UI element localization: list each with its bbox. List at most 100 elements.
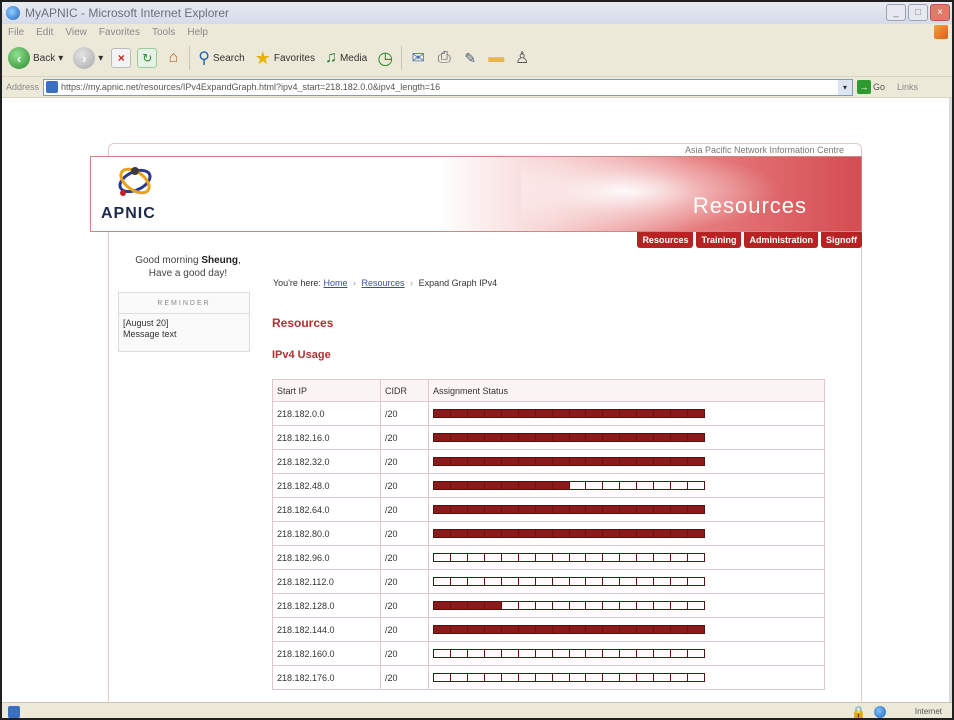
free-block [637,578,655,585]
menu-help[interactable]: Help [187,27,208,38]
assignment-status-bar[interactable] [433,625,705,634]
free-block [654,482,672,489]
go-button[interactable]: → Go [857,80,885,94]
breadcrumb-resources-link[interactable]: Resources [362,278,405,288]
mail-icon[interactable]: ✉ [408,48,428,68]
home-icon[interactable]: ⌂ [163,48,183,68]
internet-explorer-icon [6,6,20,20]
menu-tools[interactable]: Tools [152,27,175,38]
assigned-block [620,530,638,537]
free-block [671,482,689,489]
history-icon[interactable]: ◷ [375,48,395,68]
media-button[interactable]: ♫ Media [323,44,369,72]
nav-tab-administration[interactable]: Administration [744,232,818,248]
favorites-label: Favorites [273,52,315,64]
maximize-button[interactable]: □ [908,4,928,21]
favorites-button[interactable]: ★ Favorites [253,44,317,72]
minimize-button[interactable]: _ [886,4,906,21]
table-row: 218.182.32.0/20 [272,449,825,474]
assigned-block [467,626,485,633]
assigned-block [637,434,655,441]
breadcrumb: You're here: Home › Resources › Expand G… [273,278,497,288]
assigned-block [518,434,536,441]
assigned-block [569,530,587,537]
table-row: 218.182.144.0/20 [272,617,825,642]
menu-favorites[interactable]: Favorites [99,27,140,38]
close-button[interactable]: × [930,4,950,21]
window-controls: _ □ × [886,4,950,21]
assigned-block [501,458,519,465]
messenger-icon[interactable]: ♙ [512,48,532,68]
go-arrow-icon: → [857,80,872,94]
refresh-icon[interactable]: ↻ [137,48,158,68]
star-icon: ★ [254,47,271,68]
search-label: Search [213,52,245,64]
vertical-scrollbar[interactable] [949,98,952,702]
menu-edit[interactable]: Edit [36,27,53,38]
back-label: Back [33,52,56,64]
page-subheading: IPv4 Usage [272,349,331,361]
print-icon[interactable]: ⎙ [434,48,454,68]
assigned-block [450,626,468,633]
free-block [518,650,536,657]
search-button[interactable]: ⚲ Search [196,44,246,72]
nav-tab-training[interactable]: Training [696,232,742,248]
assigned-block [501,626,519,633]
cidr-cell: /20 [380,497,429,522]
forward-button[interactable]: › ▾ [71,44,105,72]
assignment-status-bar[interactable] [433,433,705,442]
nav-tab-signoff[interactable]: Signoff [821,232,862,248]
table-row: 218.182.80.0/20 [272,521,825,546]
assigned-block [535,530,553,537]
nav-tab-resources[interactable]: Resources [637,232,694,248]
assigned-block [654,506,672,513]
assigned-block [620,506,638,513]
assigned-block [434,482,451,489]
column-header-assignment-status: Assignment Status [428,379,825,402]
assignment-status-bar[interactable] [433,529,705,538]
assignment-status-bar[interactable] [433,481,705,490]
page-status-icon [8,705,20,718]
free-block [434,554,451,561]
assignment-status-bar[interactable] [433,457,705,466]
assigned-block [434,410,451,417]
menu-view[interactable]: View [65,27,87,38]
assignment-status-bar[interactable] [433,553,705,562]
address-bar: Address ▾ → Go Links [2,76,952,98]
assignment-status-bar[interactable] [433,505,705,514]
assigned-block [586,530,604,537]
assignment-status-bar[interactable] [433,577,705,586]
start-ip-cell: 218.182.160.0 [272,641,381,666]
menu-file[interactable]: File [8,27,24,38]
back-button[interactable]: ‹ Back ▾ [6,44,65,72]
assigned-block [671,530,689,537]
windows-logo-icon [934,25,948,39]
assignment-status-bar[interactable] [433,601,705,610]
apnic-logo[interactable]: APNIC [101,163,171,229]
edit-icon[interactable]: ✎ [460,48,480,68]
assigned-block [501,530,519,537]
url-input[interactable] [61,82,832,92]
folder-icon[interactable]: ▬ [486,48,506,68]
cidr-cell: /20 [380,521,429,546]
assigned-block [484,410,502,417]
reminder-item[interactable]: [August 20] Message text [119,314,249,344]
free-block [620,650,638,657]
address-field[interactable]: ▾ [43,78,854,96]
free-block [569,578,587,585]
assignment-status-bar[interactable] [433,409,705,418]
address-dropdown-icon[interactable]: ▾ [838,79,853,95]
lock-icon: 🔒 [851,705,866,719]
breadcrumb-home-link[interactable]: Home [323,278,347,288]
start-ip-cell: 218.182.112.0 [272,569,381,594]
free-block [484,554,502,561]
free-block [501,674,519,681]
links-button[interactable]: Links [897,82,918,92]
stop-icon[interactable]: × [111,48,132,68]
assignment-status-bar[interactable] [433,649,705,658]
assignment-status-cell [428,425,825,450]
assigned-block [501,506,519,513]
free-block [620,554,638,561]
greeting: Good morning Sheung, Have a good day! [135,255,241,279]
assignment-status-bar[interactable] [433,673,705,682]
